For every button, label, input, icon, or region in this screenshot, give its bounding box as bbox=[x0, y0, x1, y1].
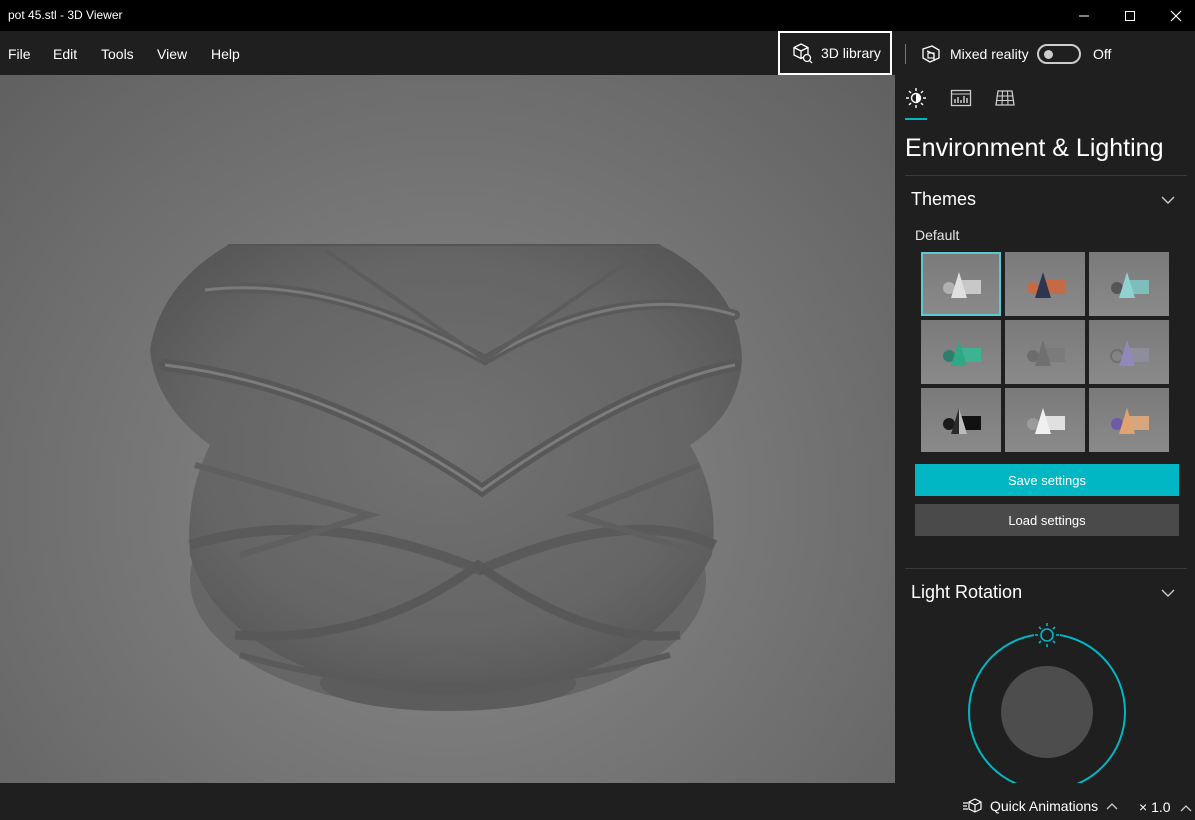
quick-animations-label: Quick Animations bbox=[990, 798, 1099, 814]
themes-subheading: Default bbox=[915, 227, 960, 243]
theme-lavender[interactable] bbox=[1089, 320, 1169, 384]
animation-speed-label: × 1.0 bbox=[1139, 799, 1171, 815]
menu-file[interactable]: File bbox=[8, 46, 31, 62]
maximize-button[interactable] bbox=[1107, 0, 1153, 31]
menu-edit[interactable]: Edit bbox=[53, 46, 77, 62]
mixed-reality-label: Mixed reality bbox=[950, 46, 1029, 62]
chevron-up-icon bbox=[1180, 805, 1192, 812]
theme-teal[interactable] bbox=[1089, 252, 1169, 316]
3d-library-label: 3D library bbox=[821, 45, 881, 61]
close-icon bbox=[1170, 10, 1182, 21]
pot-model bbox=[150, 244, 742, 711]
quick-animations-button[interactable]: Quick Animations bbox=[962, 798, 1118, 814]
mixed-reality-toggle[interactable] bbox=[1037, 44, 1081, 64]
3d-viewport[interactable] bbox=[0, 75, 895, 783]
save-settings-button[interactable]: Save settings bbox=[915, 464, 1179, 496]
active-tab-indicator bbox=[905, 118, 927, 120]
chevron-up-icon bbox=[1106, 803, 1118, 810]
mixed-reality-button[interactable]: Mixed reality bbox=[920, 43, 1029, 65]
lighting-tab-icon[interactable] bbox=[905, 87, 927, 109]
load-settings-button[interactable]: Load settings bbox=[915, 504, 1179, 536]
maximize-icon bbox=[1125, 10, 1135, 21]
animation-speed-button[interactable]: × 1.0 bbox=[1139, 799, 1192, 815]
toggle-knob bbox=[1044, 50, 1053, 59]
divider bbox=[905, 568, 1187, 569]
panel-title: Environment & Lighting bbox=[905, 134, 1164, 162]
theme-default-white[interactable] bbox=[921, 252, 1001, 316]
minimize-icon bbox=[1079, 15, 1089, 16]
animation-cube-icon bbox=[963, 798, 982, 813]
window-title: pot 45.stl - 3D Viewer bbox=[8, 8, 123, 22]
menu-help[interactable]: Help bbox=[211, 46, 240, 62]
minimize-button[interactable] bbox=[1061, 0, 1107, 31]
chevron-down-icon[interactable] bbox=[1161, 195, 1175, 205]
3d-library-button[interactable]: 3D library bbox=[778, 31, 892, 75]
toolbar-divider bbox=[905, 44, 906, 64]
theme-bright-white[interactable] bbox=[1005, 388, 1085, 452]
cube-library-icon bbox=[793, 43, 813, 64]
menu-view[interactable]: View bbox=[157, 46, 187, 62]
grid-tab-icon[interactable] bbox=[994, 87, 1016, 109]
light-rotation-dial[interactable] bbox=[960, 615, 1135, 783]
divider bbox=[905, 175, 1187, 176]
themes-heading[interactable]: Themes bbox=[911, 189, 976, 210]
theme-purple-peach[interactable] bbox=[1089, 388, 1169, 452]
light-rotation-heading[interactable]: Light Rotation bbox=[911, 582, 1022, 603]
theme-black[interactable] bbox=[921, 388, 1001, 452]
close-button[interactable] bbox=[1153, 0, 1195, 31]
theme-gray[interactable] bbox=[1005, 320, 1085, 384]
menu-tools[interactable]: Tools bbox=[101, 46, 134, 62]
theme-green[interactable] bbox=[921, 320, 1001, 384]
chevron-down-icon[interactable] bbox=[1161, 588, 1175, 598]
mixed-reality-icon bbox=[922, 45, 940, 63]
theme-orange-navy[interactable] bbox=[1005, 252, 1085, 316]
mixed-reality-state: Off bbox=[1093, 46, 1112, 62]
title-bar: pot 45.stl - 3D Viewer bbox=[0, 0, 1195, 31]
stats-tab-icon[interactable] bbox=[950, 87, 972, 109]
